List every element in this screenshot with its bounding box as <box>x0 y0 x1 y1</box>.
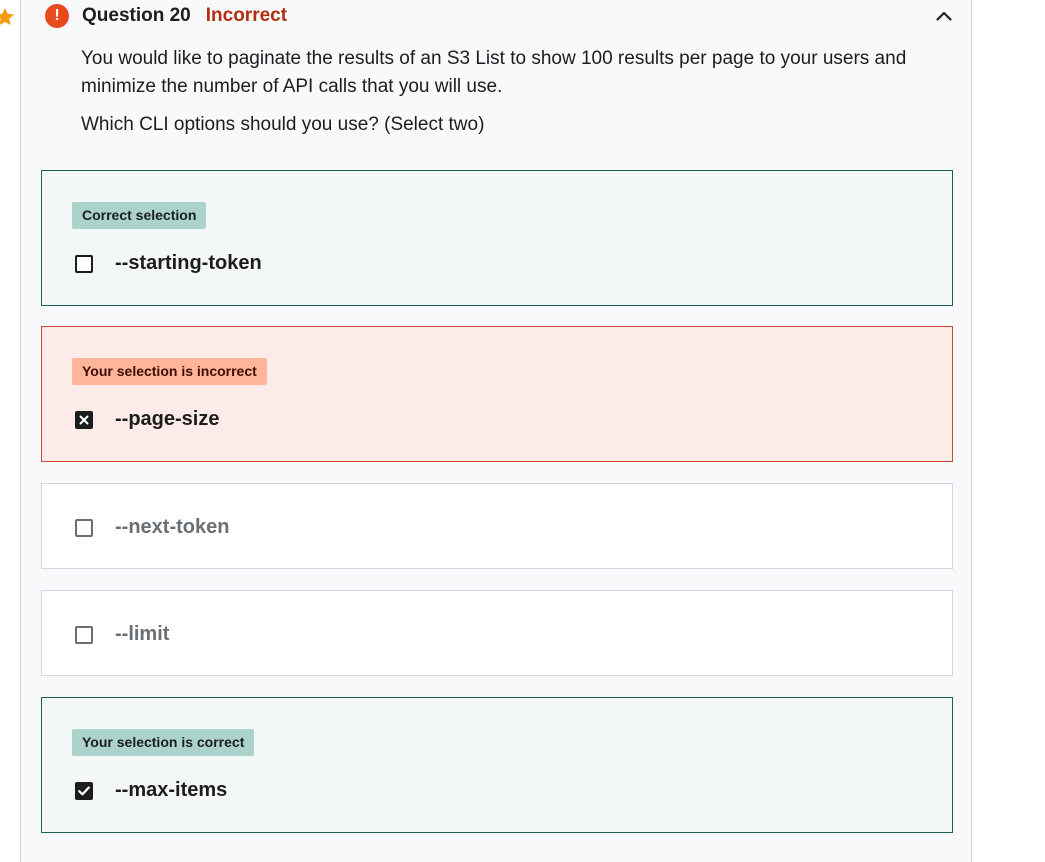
alert-icon: ! <box>45 4 69 28</box>
checkbox[interactable] <box>75 254 93 273</box>
question-body: You would like to paginate the results o… <box>81 45 961 139</box>
checkbox[interactable] <box>75 625 93 644</box>
option-label: --limit <box>115 623 170 645</box>
chevron-up-icon <box>936 11 952 21</box>
answer-option[interactable]: --limit <box>41 590 953 676</box>
checkbox-x-icon[interactable] <box>75 410 93 429</box>
result-badge: Your selection is incorrect <box>72 358 267 385</box>
answer-option[interactable]: Your selection is correct --max-items <box>41 697 953 833</box>
answer-option[interactable]: Your selection is incorrect --page-size <box>41 326 953 462</box>
question-prompt: Which CLI options should you use? (Selec… <box>81 114 485 135</box>
question-panel: ! Question 20 Incorrect You would like t… <box>20 0 972 862</box>
star-icon <box>0 7 15 26</box>
question-header: ! Question 20 Incorrect <box>45 3 287 29</box>
collapse-button[interactable] <box>932 5 956 27</box>
answer-option[interactable]: --next-token <box>41 483 953 569</box>
question-status: Incorrect <box>205 5 288 26</box>
checkbox[interactable] <box>75 518 93 537</box>
question-title: Question 20 <box>82 5 191 26</box>
result-badge: Correct selection <box>72 202 207 229</box>
option-label: --page-size <box>115 408 220 430</box>
option-label: --starting-token <box>115 252 262 274</box>
checkbox-checked-icon[interactable] <box>75 781 93 800</box>
option-label: --max-items <box>115 779 228 801</box>
option-label: --next-token <box>115 516 230 538</box>
question-text: You would like to paginate the results o… <box>81 48 907 97</box>
result-badge: Your selection is correct <box>72 729 255 756</box>
answer-option[interactable]: Correct selection --starting-token <box>41 170 953 306</box>
